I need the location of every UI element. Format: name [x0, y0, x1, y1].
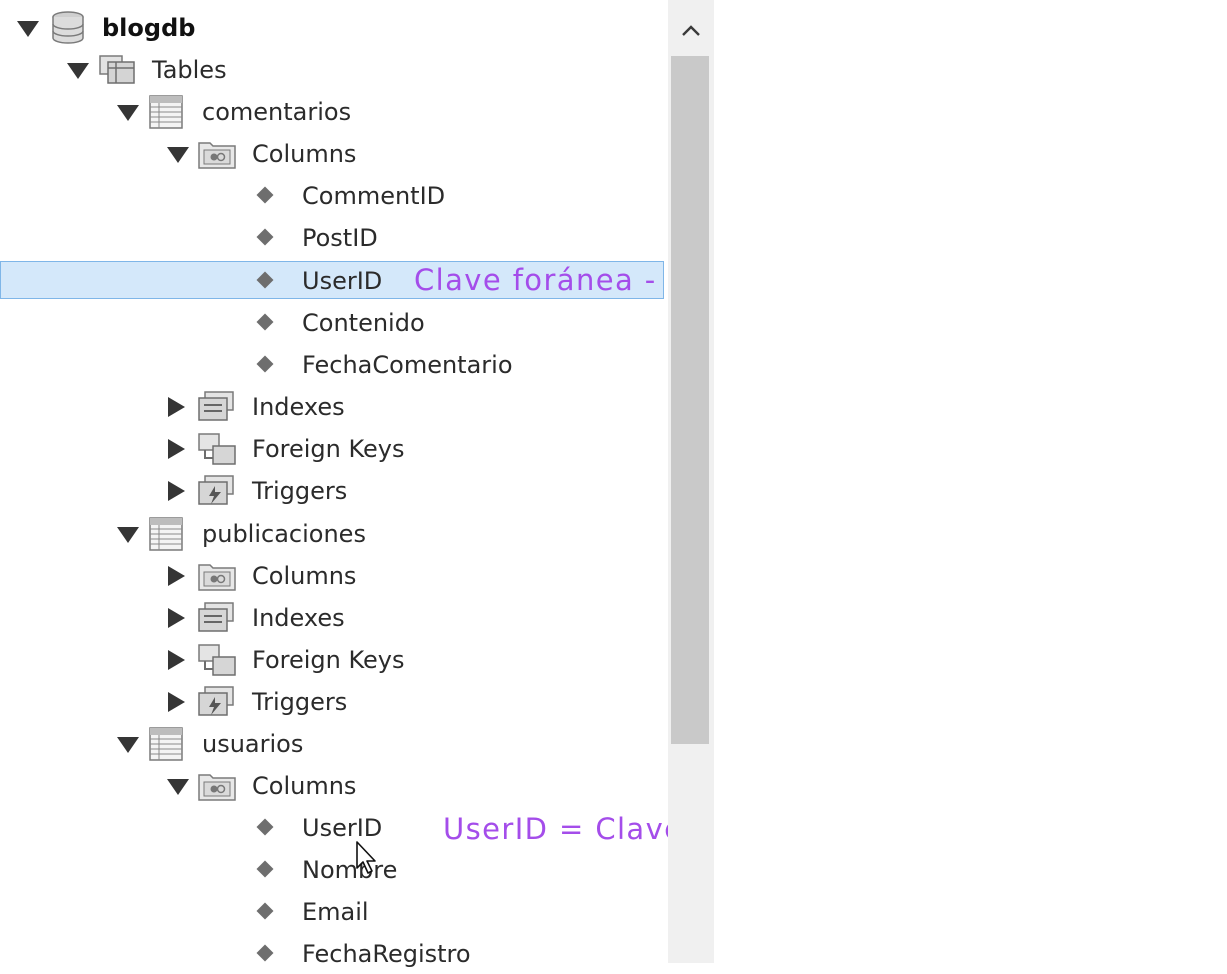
- foreign-keys-label: Foreign Keys: [252, 646, 405, 674]
- tree-node-column[interactable]: PostID: [0, 218, 668, 258]
- column-name: Email: [302, 898, 369, 926]
- tables-label: Tables: [152, 56, 227, 84]
- expand-arrow-icon[interactable]: [164, 690, 188, 714]
- columns-label: Columns: [252, 772, 357, 800]
- database-name: blogdb: [102, 14, 196, 42]
- tree-node-indexes[interactable]: Indexes: [0, 387, 668, 427]
- expand-arrow-icon[interactable]: [164, 606, 188, 630]
- column-name: Contenido: [302, 309, 425, 337]
- column-name: Nombre: [302, 856, 398, 884]
- tree-node-columns[interactable]: Columns: [0, 134, 668, 174]
- collapse-arrow-icon[interactable]: [166, 774, 190, 798]
- columns-folder-icon: [197, 137, 237, 171]
- tree-node-column[interactable]: FechaRegistro: [0, 934, 668, 974]
- column-icon: [256, 313, 274, 331]
- tree-node-column[interactable]: FechaComentario: [0, 345, 668, 385]
- tree-node-triggers[interactable]: Triggers: [0, 682, 668, 722]
- tree-node-column[interactable]: Nombre: [0, 850, 668, 890]
- foreign-keys-folder-icon: [197, 643, 237, 677]
- column-icon: [256, 902, 274, 920]
- scroll-up-button[interactable]: [668, 8, 714, 54]
- column-name: FechaRegistro: [302, 940, 471, 968]
- column-name: FechaComentario: [302, 351, 513, 379]
- column-icon: [256, 228, 274, 246]
- columns-label: Columns: [252, 140, 357, 168]
- vertical-scrollbar[interactable]: [668, 0, 714, 963]
- expand-arrow-icon[interactable]: [164, 648, 188, 672]
- indexes-folder-icon: [197, 601, 237, 635]
- indexes-label: Indexes: [252, 604, 345, 632]
- tree-node-indexes[interactable]: Indexes: [0, 598, 668, 638]
- empty-editor-area: [714, 0, 1227, 963]
- expand-arrow-icon[interactable]: [164, 437, 188, 461]
- indexes-folder-icon: [197, 390, 237, 424]
- triggers-label: Triggers: [252, 477, 348, 505]
- column-name: CommentID: [302, 182, 446, 210]
- column-icon: [256, 860, 274, 878]
- tree-node-tables[interactable]: Tables: [0, 50, 668, 90]
- expand-arrow-icon[interactable]: [164, 395, 188, 419]
- tree-node-foreign-keys[interactable]: Foreign Keys: [0, 429, 668, 469]
- column-icon: [256, 944, 274, 962]
- scrollbar-thumb[interactable]: [671, 56, 709, 744]
- triggers-folder-icon: [197, 685, 237, 719]
- table-name: comentarios: [202, 98, 352, 126]
- tree-node-table-usuarios[interactable]: usuarios: [0, 724, 668, 764]
- table-name: publicaciones: [202, 520, 366, 548]
- collapse-arrow-icon[interactable]: [16, 16, 40, 40]
- columns-label: Columns: [252, 562, 357, 590]
- column-name: UserID: [302, 267, 383, 295]
- columns-folder-icon: [197, 769, 237, 803]
- tree-node-columns[interactable]: Columns: [0, 766, 668, 806]
- expand-arrow-icon[interactable]: [164, 479, 188, 503]
- collapse-arrow-icon[interactable]: [166, 142, 190, 166]
- database-icon: [48, 11, 88, 45]
- tree-node-triggers[interactable]: Triggers: [0, 471, 668, 511]
- tree-node-column[interactable]: Contenido: [0, 303, 668, 343]
- foreign-keys-label: Foreign Keys: [252, 435, 405, 463]
- column-icon: [256, 818, 274, 836]
- mouse-cursor-icon: [356, 841, 376, 874]
- column-name: UserID: [302, 814, 383, 842]
- tree-node-blogdb[interactable]: blogdb: [0, 8, 668, 48]
- table-name: usuarios: [202, 730, 304, 758]
- column-icon: [256, 186, 274, 204]
- tree-node-table-comentarios[interactable]: comentarios: [0, 92, 668, 132]
- chevron-up-icon: [682, 25, 700, 36]
- collapse-arrow-icon[interactable]: [116, 522, 140, 546]
- collapse-arrow-icon[interactable]: [116, 100, 140, 124]
- triggers-label: Triggers: [252, 688, 348, 716]
- table-icon: [147, 727, 187, 761]
- tree-node-column[interactable]: CommentID: [0, 176, 668, 216]
- tree-node-foreign-keys[interactable]: Foreign Keys: [0, 640, 668, 680]
- foreign-keys-folder-icon: [197, 432, 237, 466]
- collapse-arrow-icon[interactable]: [116, 732, 140, 756]
- tree-node-table-publicaciones[interactable]: publicaciones: [0, 514, 668, 554]
- tree-node-column[interactable]: Email: [0, 892, 668, 932]
- column-icon: [256, 355, 274, 373]
- collapse-arrow-icon[interactable]: [66, 58, 90, 82]
- expand-arrow-icon[interactable]: [164, 564, 188, 588]
- column-name: PostID: [302, 224, 378, 252]
- table-icon: [147, 517, 187, 551]
- indexes-label: Indexes: [252, 393, 345, 421]
- tree-node-columns[interactable]: Columns: [0, 556, 668, 596]
- tables-folder-icon: [98, 53, 138, 87]
- table-icon: [147, 95, 187, 129]
- triggers-folder-icon: [197, 474, 237, 508]
- columns-folder-icon: [197, 559, 237, 593]
